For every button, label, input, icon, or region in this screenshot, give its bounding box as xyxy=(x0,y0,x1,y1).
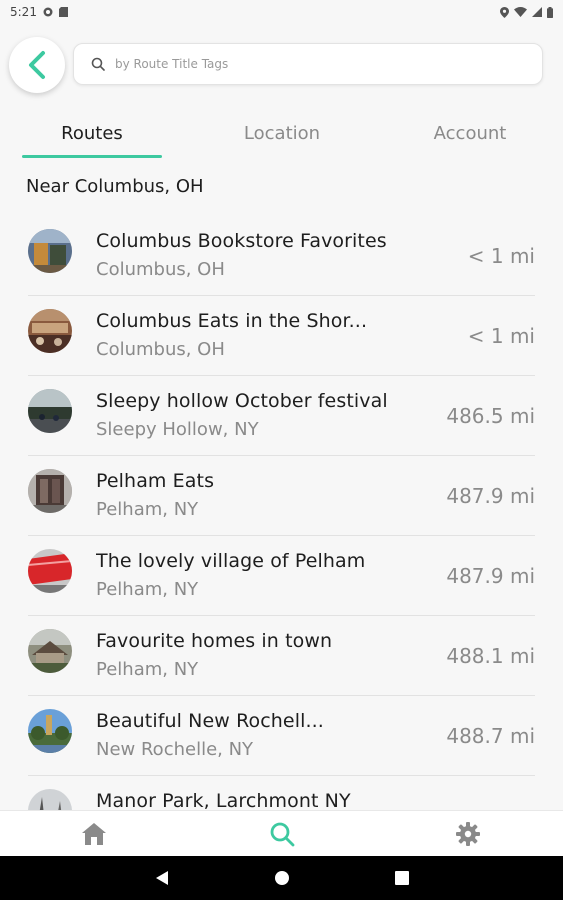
route-row[interactable]: Sleepy hollow October festival Sleepy Ho… xyxy=(28,376,535,456)
route-location: Pelham, NY xyxy=(96,659,199,680)
triangle-back-icon xyxy=(156,871,168,885)
route-distance: 487.9 mi xyxy=(446,564,535,588)
route-location: Pelham, NY xyxy=(96,499,199,520)
route-distance: < 1 mi xyxy=(467,324,535,348)
search-icon xyxy=(270,822,295,847)
bottom-navigation xyxy=(0,810,563,856)
gear-icon xyxy=(456,822,480,846)
nav-search-button[interactable] xyxy=(252,811,312,857)
route-distance: 486.5 mi xyxy=(446,404,535,428)
route-row[interactable]: Favourite homes in town Pelham, NY 488.1… xyxy=(28,616,535,696)
route-title: The lovely village of Pelham xyxy=(96,550,366,572)
data-saver-icon xyxy=(43,7,53,17)
route-title: Columbus Eats in the Shor... xyxy=(96,310,368,332)
route-distance: 488.7 mi xyxy=(446,724,535,748)
search-icon xyxy=(91,57,105,71)
section-title: Near Columbus, OH xyxy=(26,176,204,197)
route-title: Pelham Eats xyxy=(96,470,215,492)
route-row[interactable]: Pelham Eats Pelham, NY 487.9 mi xyxy=(28,456,535,536)
route-row[interactable]: Columbus Bookstore Favorites Columbus, O… xyxy=(28,216,535,296)
route-title: Favourite homes in town xyxy=(96,630,333,652)
route-location: Columbus, OH xyxy=(96,339,225,360)
route-row[interactable]: Beautiful New Rochell... New Rochelle, N… xyxy=(28,696,535,776)
nav-settings-button[interactable] xyxy=(438,811,498,857)
route-distance: 487.9 mi xyxy=(446,484,535,508)
sd-card-icon xyxy=(58,7,68,17)
wifi-icon xyxy=(514,7,527,17)
active-tab-indicator xyxy=(22,155,162,158)
tab-location[interactable]: Location xyxy=(212,110,352,156)
tab-bar: Routes Location Account xyxy=(0,110,563,158)
route-thumbnail xyxy=(28,389,72,433)
status-time: 5:21 xyxy=(10,5,37,19)
route-distance: < 1 mi xyxy=(467,244,535,268)
search-input[interactable] xyxy=(115,57,515,71)
route-location: Pelham, NY xyxy=(96,579,199,600)
route-distance: 488.1 mi xyxy=(446,644,535,668)
route-row[interactable]: Manor Park, Larchmont NY xyxy=(28,776,535,810)
signal-icon xyxy=(532,7,542,17)
route-thumbnail xyxy=(28,789,72,810)
home-icon xyxy=(82,823,106,845)
route-title: Sleepy hollow October festival xyxy=(96,390,388,412)
route-title: Manor Park, Larchmont NY xyxy=(96,790,351,810)
nav-home-button[interactable] xyxy=(64,811,124,857)
route-thumbnail xyxy=(28,229,72,273)
tab-account[interactable]: Account xyxy=(400,110,540,156)
route-row[interactable]: The lovely village of Pelham Pelham, NY … xyxy=(28,536,535,616)
route-thumbnail xyxy=(28,549,72,593)
system-recents-button[interactable] xyxy=(382,856,422,900)
route-thumbnail xyxy=(28,629,72,673)
battery-icon xyxy=(547,6,553,18)
system-home-button[interactable] xyxy=(262,856,302,900)
route-location: New Rochelle, NY xyxy=(96,739,254,760)
status-bar: 5:21 xyxy=(0,0,563,24)
tab-routes[interactable]: Routes xyxy=(22,110,162,156)
route-title: Columbus Bookstore Favorites xyxy=(96,230,387,252)
route-thumbnail xyxy=(28,709,72,753)
route-thumbnail xyxy=(28,469,72,513)
square-recents-icon xyxy=(395,871,409,885)
route-title: Beautiful New Rochell... xyxy=(96,710,324,732)
circle-home-icon xyxy=(275,871,289,885)
route-thumbnail xyxy=(28,309,72,353)
route-location: Columbus, OH xyxy=(96,259,225,280)
search-box[interactable] xyxy=(73,43,543,85)
system-back-button[interactable] xyxy=(142,856,182,900)
chevron-left-icon xyxy=(29,51,45,79)
system-navigation-bar xyxy=(0,856,563,900)
route-list[interactable]: Columbus Bookstore Favorites Columbus, O… xyxy=(0,216,563,810)
route-row[interactable]: Columbus Eats in the Shor... Columbus, O… xyxy=(28,296,535,376)
back-button[interactable] xyxy=(9,37,65,93)
location-icon xyxy=(500,6,509,18)
route-location: Sleepy Hollow, NY xyxy=(96,419,259,440)
